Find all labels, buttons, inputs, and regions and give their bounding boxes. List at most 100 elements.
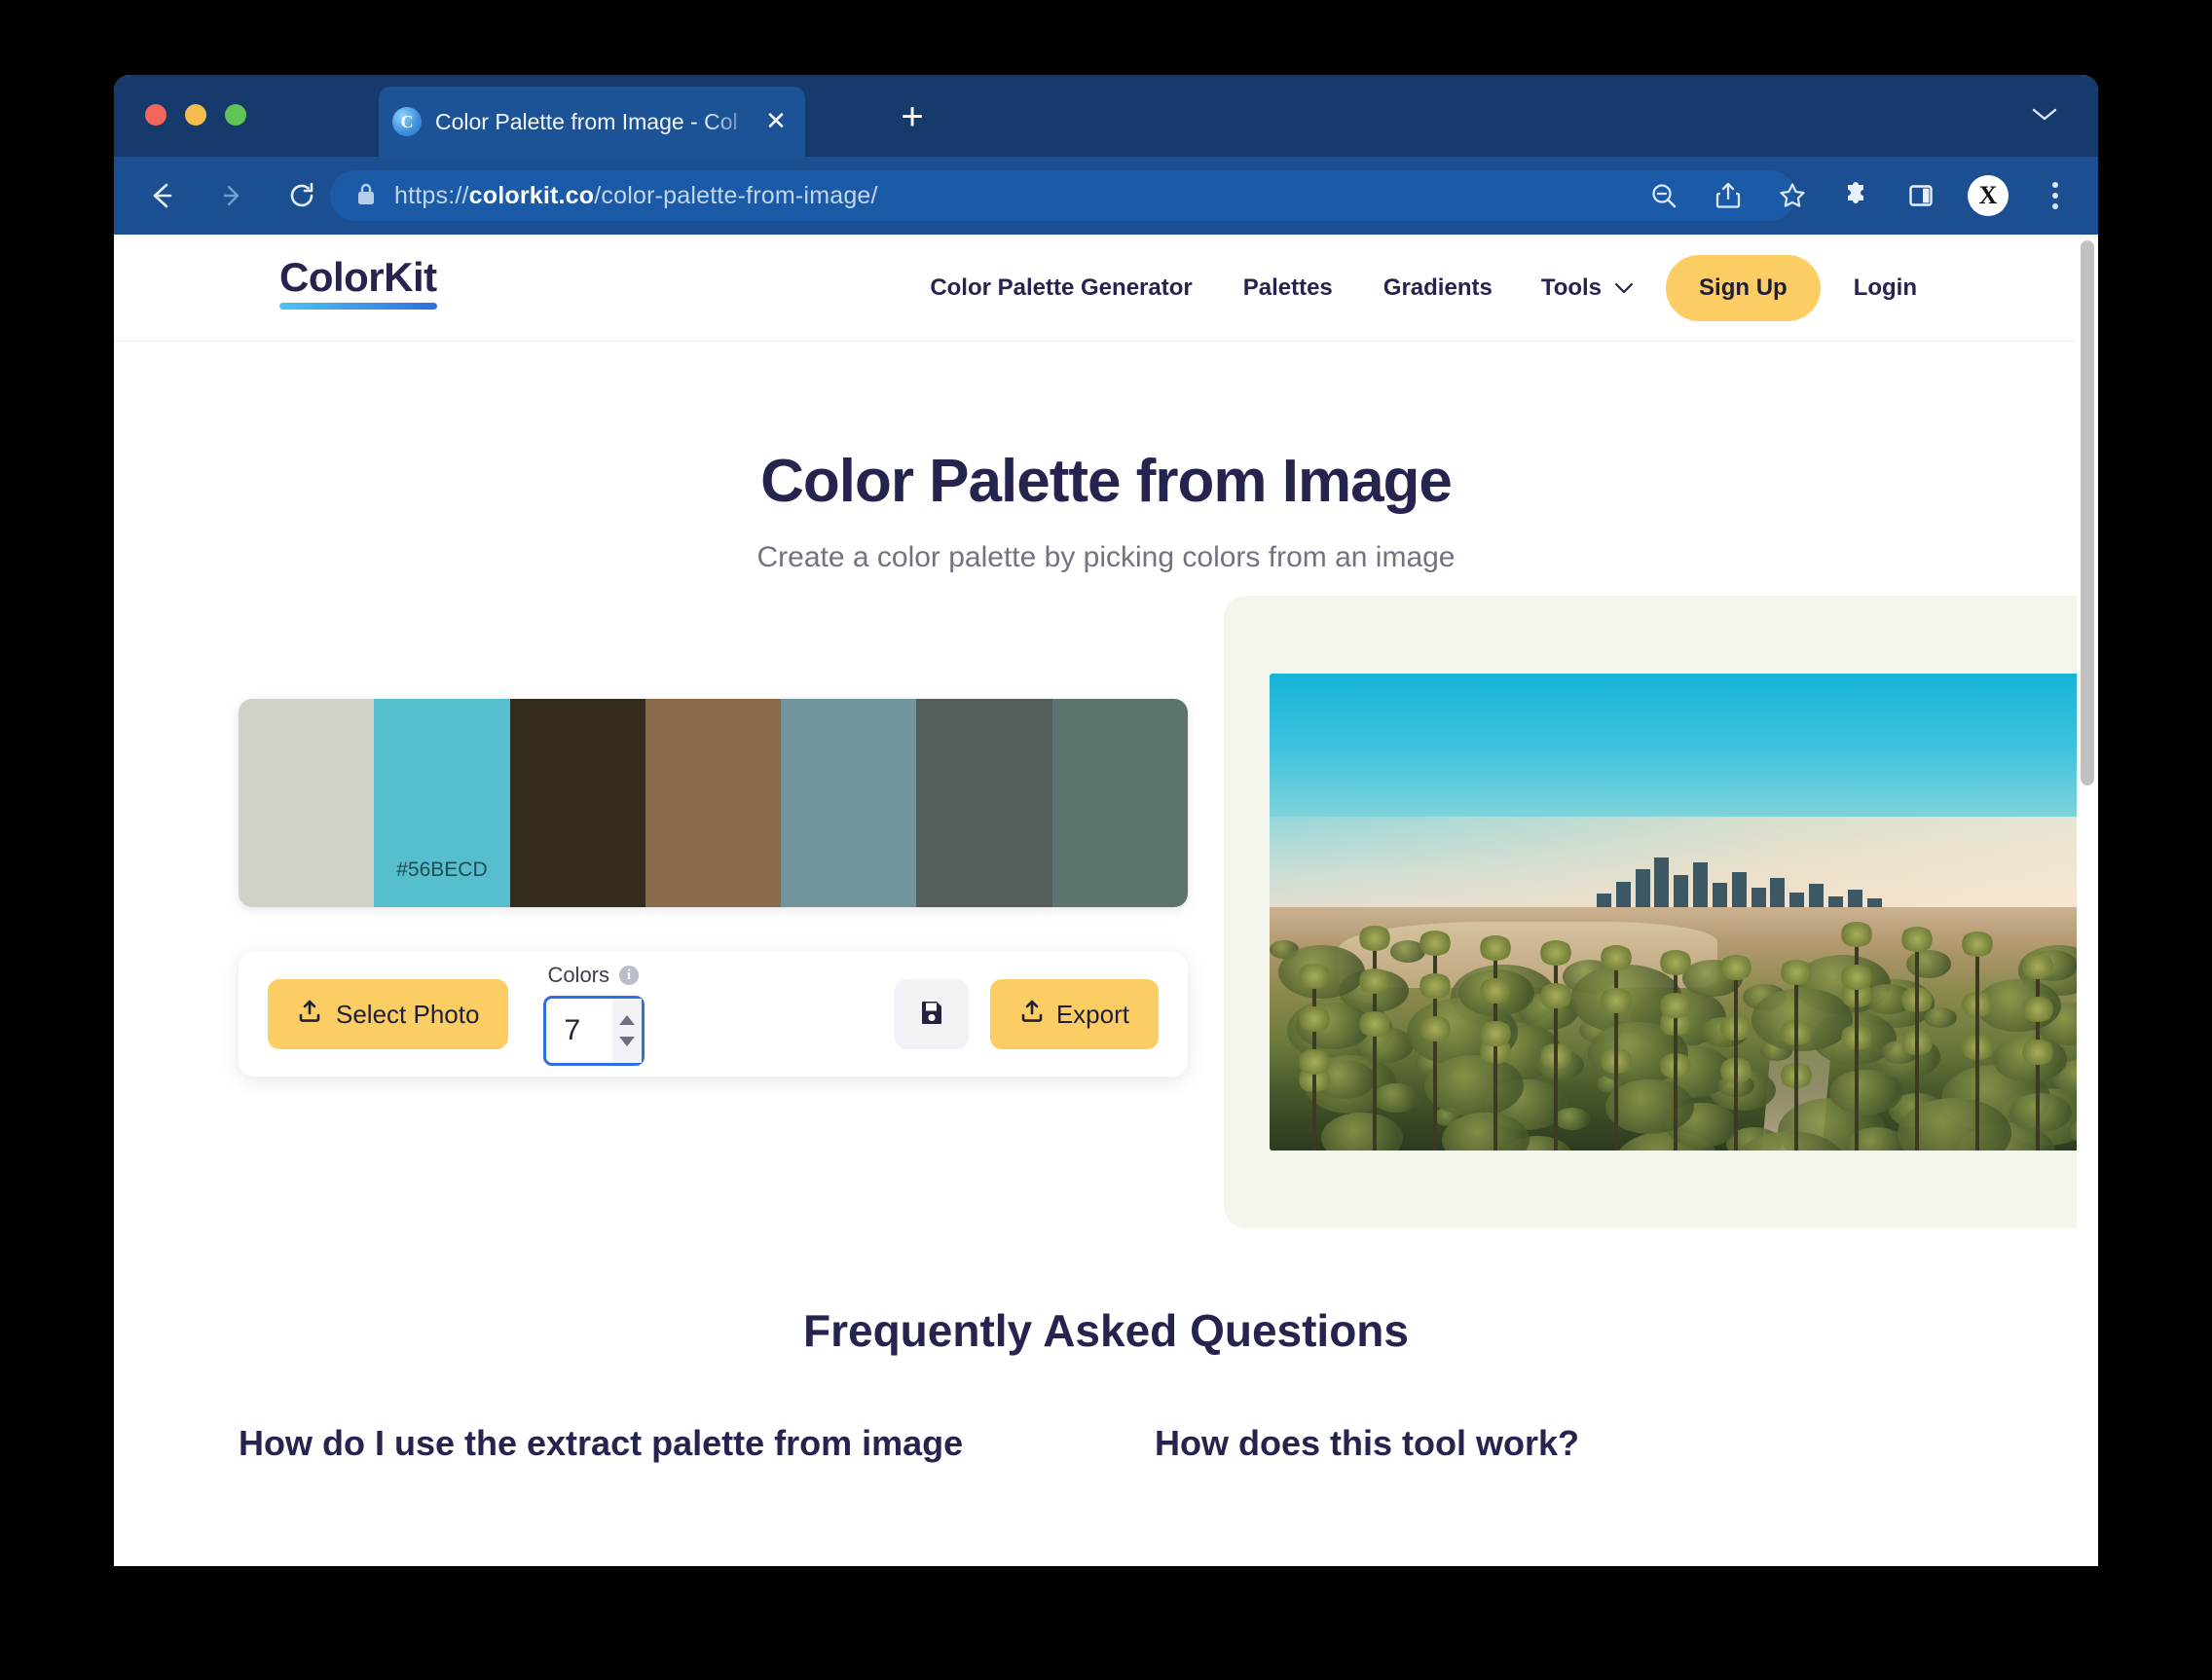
nav-item-palettes[interactable]: Palettes	[1218, 274, 1358, 302]
nav-item-tools[interactable]: Tools	[1518, 274, 1658, 302]
main-content: #56BECD Select Photo Colors i 7 Export	[114, 574, 2098, 1236]
photo-palm-tree	[1357, 1011, 1393, 1150]
site-logo[interactable]: ColorKit	[279, 254, 437, 310]
palette-strip: #56BECD	[239, 699, 1188, 907]
select-photo-button[interactable]: Select Photo	[268, 979, 509, 1049]
export-label: Export	[1055, 999, 1129, 1029]
palette-swatch[interactable]	[509, 699, 645, 907]
site-logo-text: ColorKit	[279, 254, 437, 300]
photo-tree-clump	[1373, 1083, 1420, 1114]
forward-icon[interactable]	[209, 173, 254, 218]
back-icon[interactable]	[139, 173, 184, 218]
minimize-window-button[interactable]	[185, 104, 206, 126]
photo-tree-clump	[1424, 1055, 1525, 1117]
photo-palm-tree	[1537, 983, 1573, 1150]
palette-swatch[interactable]	[781, 699, 917, 907]
save-button[interactable]	[894, 979, 969, 1049]
photo-palm-tree	[1899, 927, 1935, 1150]
share-icon[interactable]	[1711, 178, 1746, 213]
faq-column-left: How do I use the extract palette from im…	[239, 1421, 1057, 1465]
colors-input[interactable]: 7	[543, 996, 645, 1066]
colors-stepper[interactable]	[612, 999, 643, 1063]
nav-item-gradients[interactable]: Gradients	[1358, 274, 1518, 302]
nav-item-tools-label: Tools	[1540, 274, 1603, 301]
chevron-down-icon[interactable]	[2030, 104, 2059, 124]
logo-underline	[279, 303, 437, 310]
reload-icon[interactable]	[279, 173, 324, 218]
page-scrollbar[interactable]	[2077, 235, 2098, 1566]
close-tab-icon[interactable]: ✕	[760, 106, 792, 137]
photo-palm-tree	[1779, 960, 1815, 1150]
upload-icon	[1019, 999, 1045, 1031]
preview-image[interactable]	[1270, 674, 2098, 1150]
colors-field-group: Colors i 7	[543, 963, 645, 1066]
new-tab-button[interactable]: +	[893, 97, 932, 138]
window-traffic-lights	[145, 104, 246, 126]
page-viewport: ColorKit Color Palette Generator Palette…	[114, 235, 2098, 1566]
photo-tree-clump	[1604, 1078, 1694, 1134]
palette-swatch[interactable]	[916, 699, 1052, 907]
login-link[interactable]: Login	[1828, 274, 1942, 302]
browser-menu-icon[interactable]	[2038, 178, 2073, 213]
site-nav: Color Palette Generator Palettes Gradien…	[904, 235, 1942, 342]
page-subtitle: Create a color palette by picking colors…	[756, 541, 1456, 573]
info-icon[interactable]: i	[619, 966, 640, 985]
bookmark-star-icon[interactable]	[1775, 178, 1810, 213]
palette-swatch[interactable]: #56BECD	[374, 699, 510, 907]
maximize-window-button[interactable]	[225, 104, 246, 126]
photo-tree-clump	[1923, 1007, 1957, 1029]
floppy-disk-icon	[917, 998, 946, 1032]
image-preview-panel	[1224, 596, 2098, 1228]
photo-palm-tree	[2019, 1040, 2055, 1150]
browser-toolbar: https://colorkit.co/color-palette-from-i…	[114, 157, 2098, 235]
side-panel-icon[interactable]	[1903, 178, 1938, 213]
favicon-letter: C	[400, 112, 414, 131]
stepper-down-icon[interactable]	[619, 1037, 636, 1046]
stepper-up-icon[interactable]	[619, 1015, 636, 1025]
photo-palm-tree	[1297, 1049, 1333, 1150]
photo-palm-tree	[1598, 988, 1634, 1150]
close-window-button[interactable]	[145, 104, 166, 126]
url-text: https://colorkit.co/color-palette-from-i…	[394, 181, 878, 209]
palette-swatch[interactable]	[1051, 699, 1188, 907]
profile-avatar[interactable]: X	[1968, 175, 2009, 216]
colors-label-row: Colors i	[547, 963, 640, 988]
photo-tree-clump	[1553, 1107, 1590, 1130]
lock-icon	[355, 181, 377, 211]
palette-swatch[interactable]	[239, 699, 375, 907]
export-button[interactable]: Export	[989, 979, 1159, 1049]
photo-palm-tree	[1417, 1016, 1453, 1150]
hero-section: Color Palette from Image Create a color …	[114, 342, 2098, 574]
extensions-puzzle-icon[interactable]	[1839, 178, 1874, 213]
zoom-out-icon[interactable]	[1646, 178, 1681, 213]
photo-palm-tree	[1477, 1021, 1513, 1150]
chevron-down-icon	[1613, 274, 1635, 302]
palette-swatch[interactable]	[645, 699, 782, 907]
colors-input-value: 7	[564, 1014, 581, 1046]
select-photo-label: Select Photo	[336, 999, 480, 1029]
toolbar-actions: X	[1646, 157, 2073, 235]
photo-palm-tree	[1658, 993, 1694, 1150]
faq-column-right: How does this tool work?	[1155, 1421, 1973, 1465]
palette-card: #56BECD	[239, 699, 1188, 907]
photo-palm-tree	[1718, 955, 1754, 1150]
nav-item-color-palette-generator[interactable]: Color Palette Generator	[904, 274, 1217, 302]
faq-grid: How do I use the extract palette from im…	[114, 1421, 2098, 1465]
favicon-icon: C	[392, 107, 422, 136]
upload-icon	[297, 999, 322, 1031]
page-title: Color Palette from Image	[760, 448, 1453, 515]
sign-up-button[interactable]: Sign Up	[1666, 255, 1821, 321]
faq-section: Frequently Asked Questions How do I use …	[114, 1236, 2098, 1465]
address-bar[interactable]: https://colorkit.co/color-palette-from-i…	[330, 170, 1795, 221]
faq-question[interactable]: How do I use the extract palette from im…	[239, 1421, 1057, 1465]
browser-tab[interactable]: C Color Palette from Image - Col ✕	[379, 87, 805, 157]
photo-tree-clump	[1828, 1069, 1902, 1115]
colors-label: Colors	[547, 963, 610, 987]
faq-title: Frequently Asked Questions	[803, 1305, 1409, 1356]
browser-tab-strip: C Color Palette from Image - Col ✕ +	[114, 75, 2098, 157]
palette-swatch-hex: #56BECD	[396, 858, 488, 881]
tab-title: Color Palette from Image - Col	[435, 108, 738, 134]
photo-palm-tree	[1959, 931, 1995, 1150]
scrollbar-thumb[interactable]	[2081, 240, 2094, 785]
faq-question[interactable]: How does this tool work?	[1155, 1421, 1973, 1465]
